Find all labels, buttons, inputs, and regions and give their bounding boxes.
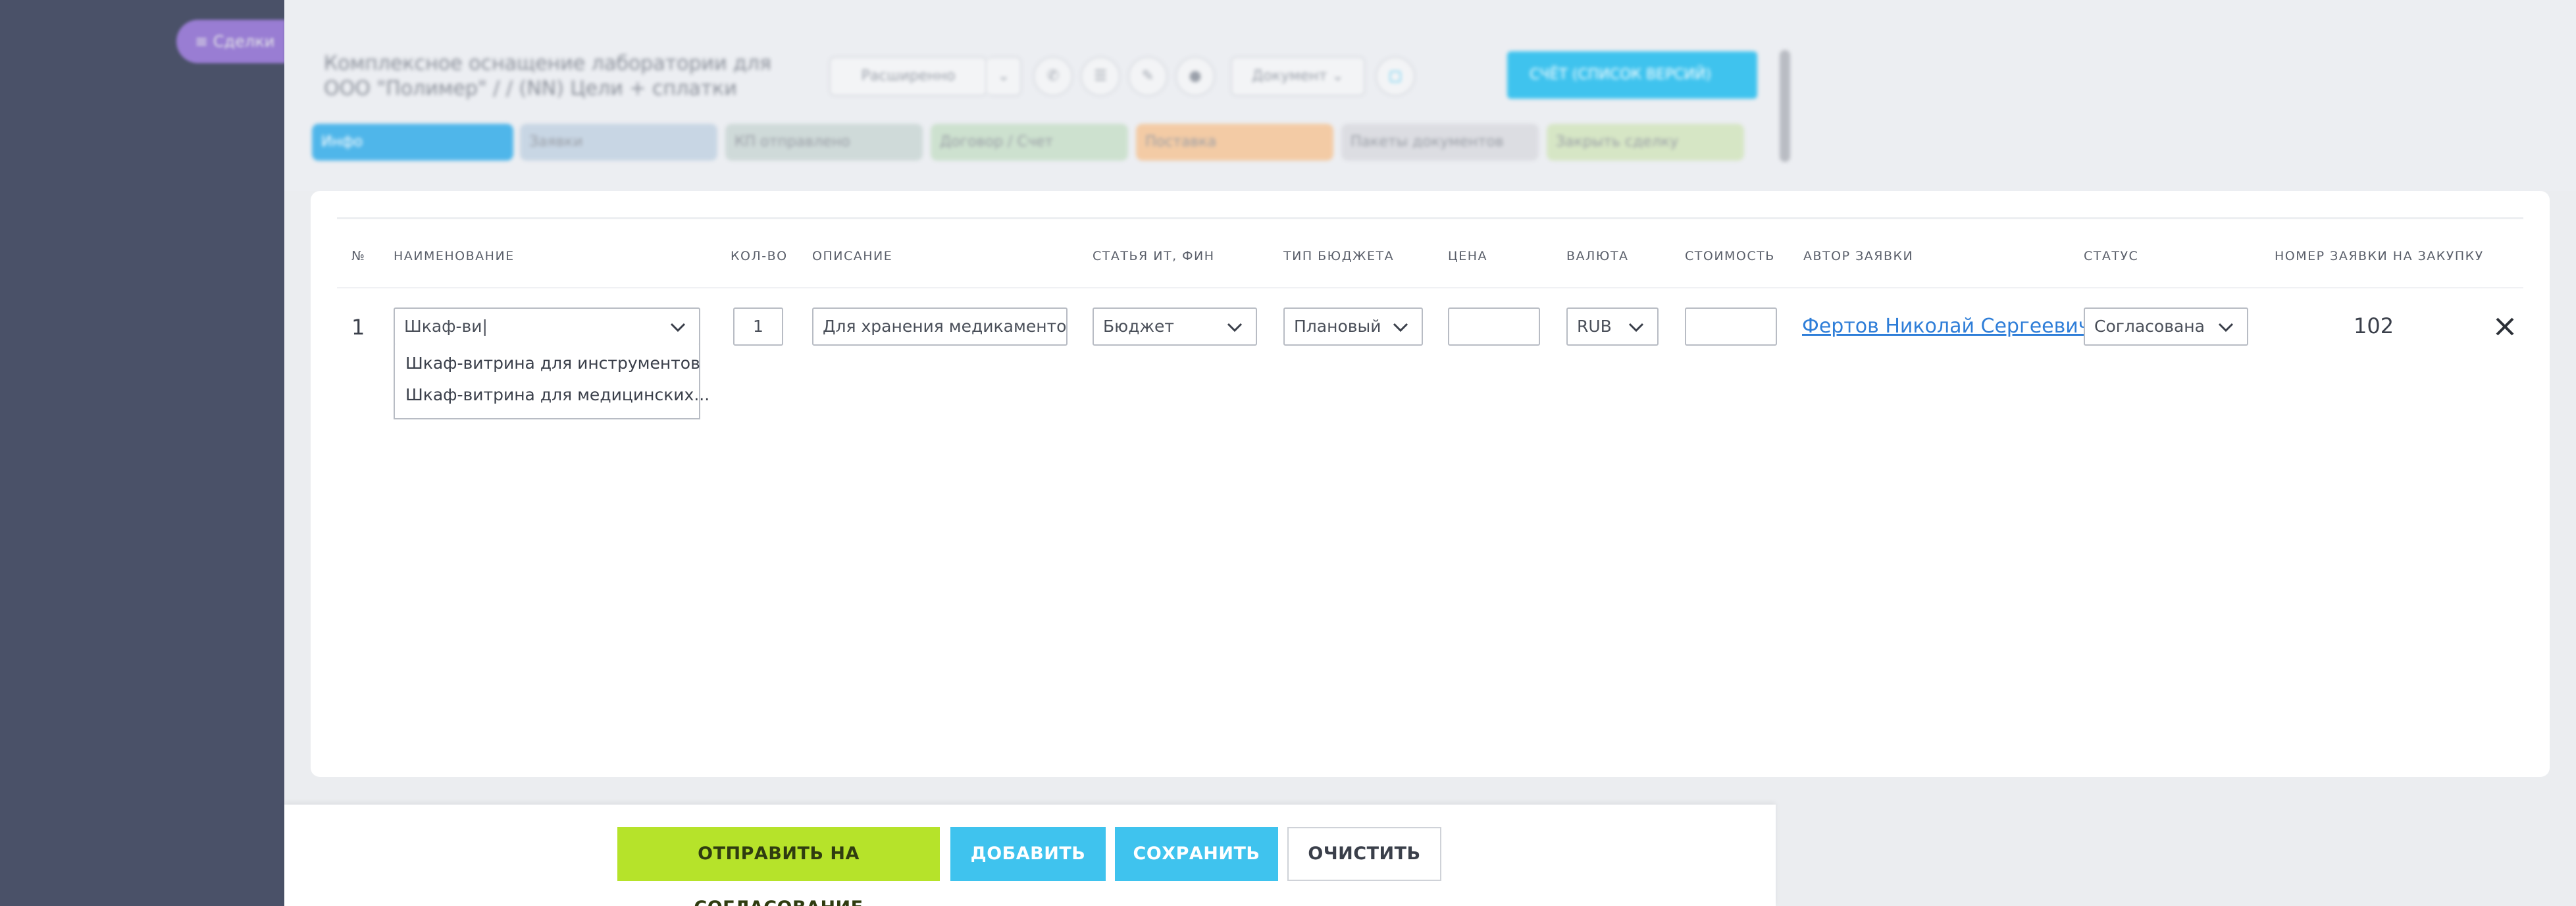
budget-type-select[interactable]: Плановый [1283,307,1423,346]
chevron-down-icon[interactable] [1391,318,1410,336]
tab-info[interactable]: Инфо [312,124,513,161]
col-header-currency: ВАЛЮТА [1566,249,1629,263]
col-header-price: ЦЕНА [1448,249,1488,263]
col-header-cost: СТОИМОСТЬ [1685,249,1775,263]
suggestion-item[interactable]: Шкаф-витрина для медицинских... [405,385,709,404]
chevron-down-icon[interactable] [2217,318,2235,336]
invoice-versions-button[interactable]: СЧЁТ (СПИСОК ВЕРСИЙ) [1507,51,1757,99]
tab-offer-sent[interactable]: КП отправлено [725,124,923,161]
request-table-card: № НАИМЕНОВАНИЕ КОЛ-ВО ОПИСАНИЕ СТАТЬЯ ИТ… [311,191,2550,777]
col-header-article: СТАТЬЯ ИТ, ФИН [1093,249,1215,263]
phone-icon[interactable]: ✆ [1033,57,1073,96]
save-button[interactable]: СОХРАНИТЬ [1115,827,1278,881]
view-mode-select[interactable]: Расширенно [829,57,987,96]
request-number: 102 [2354,313,2394,338]
currency-value: RUB [1577,317,1612,336]
author-link[interactable]: Фертов Николай Сергеевич [1802,315,2090,338]
name-suggestions-dropdown: Шкаф-витрина для инструментов Шкаф-витри… [394,344,709,419]
suggestion-item[interactable]: Шкаф-витрина для инструментов [405,354,700,373]
status-select[interactable]: Согласована [2084,307,2248,346]
close-icon[interactable] [2492,313,2518,340]
sidebar-deals-button[interactable]: ≡ Сделки [176,20,286,63]
tab-delivery[interactable]: Поставка [1136,124,1333,161]
tab-requests[interactable]: Заявки [520,124,717,161]
cost-input[interactable] [1685,307,1777,346]
add-button[interactable]: ДОБАВИТЬ [950,827,1106,881]
col-header-description: ОПИСАНИЕ [812,249,893,263]
row-number: 1 [351,315,365,340]
quantity-input[interactable]: 1 [733,307,783,346]
record-icon[interactable]: ● [1175,57,1215,96]
col-header-status: СТАТУС [2084,249,2139,263]
deal-title: Комплексное оснащение лаборатории для ОО… [324,52,771,100]
currency-select[interactable]: RUB [1566,307,1659,346]
tab-document-packages[interactable]: Пакеты документов [1341,124,1539,161]
action-footer: ОТПРАВИТЬ НА СОГЛАСОВАНИЕ ДОБАВИТЬ СОХРА… [284,805,1776,906]
article-select[interactable]: Бюджет [1093,307,1257,346]
price-input[interactable] [1448,307,1540,346]
col-header-num: № [351,249,366,263]
budget-type-value: Плановый [1294,317,1381,336]
col-header-request-number: НОМЕР ЗАЯВКИ НА ЗАКУПКУ [2275,249,2484,263]
col-header-qty: КОЛ-ВО [731,249,788,263]
list-icon[interactable]: ☰ [1081,57,1120,96]
article-select-value: Бюджет [1103,317,1174,336]
tab-contract[interactable]: Договор / Счет [931,124,1128,161]
header-scrollbar[interactable] [1780,50,1790,162]
send-for-approval-button[interactable]: ОТПРАВИТЬ НА СОГЛАСОВАНИЕ [617,827,940,906]
deal-header: Комплексное оснащение лаборатории для ОО… [284,0,2576,191]
document-select[interactable]: Документ ⌄ [1231,57,1365,96]
divider [337,287,2523,288]
name-input-value[interactable]: Шкаф-ви| [404,317,488,336]
tab-close-deal[interactable]: Закрыть сделку [1547,124,1744,161]
clear-button[interactable]: ОЧИСТИТЬ [1287,827,1441,881]
window-icon[interactable]: ▢ [1376,57,1415,96]
name-combobox[interactable]: Шкаф-ви| [394,307,700,346]
chevron-down-icon[interactable] [1627,318,1645,336]
edit-icon[interactable]: ✎ [1128,57,1168,96]
view-mode-chevron-icon[interactable]: ⌄ [987,57,1021,96]
col-header-name: НАИМЕНОВАНИЕ [394,249,515,263]
col-header-author: АВТОР ЗАЯВКИ [1803,249,1914,263]
sidebar: ≡ Сделки [0,0,286,906]
col-header-budget-type: ТИП БЮДЖЕТА [1283,249,1395,263]
chevron-down-icon[interactable] [669,318,687,336]
description-input[interactable]: Для хранения медикаментов,... [812,307,1068,346]
chevron-down-icon[interactable] [1225,318,1244,336]
status-value: Согласована [2094,317,2205,336]
divider [337,217,2523,219]
